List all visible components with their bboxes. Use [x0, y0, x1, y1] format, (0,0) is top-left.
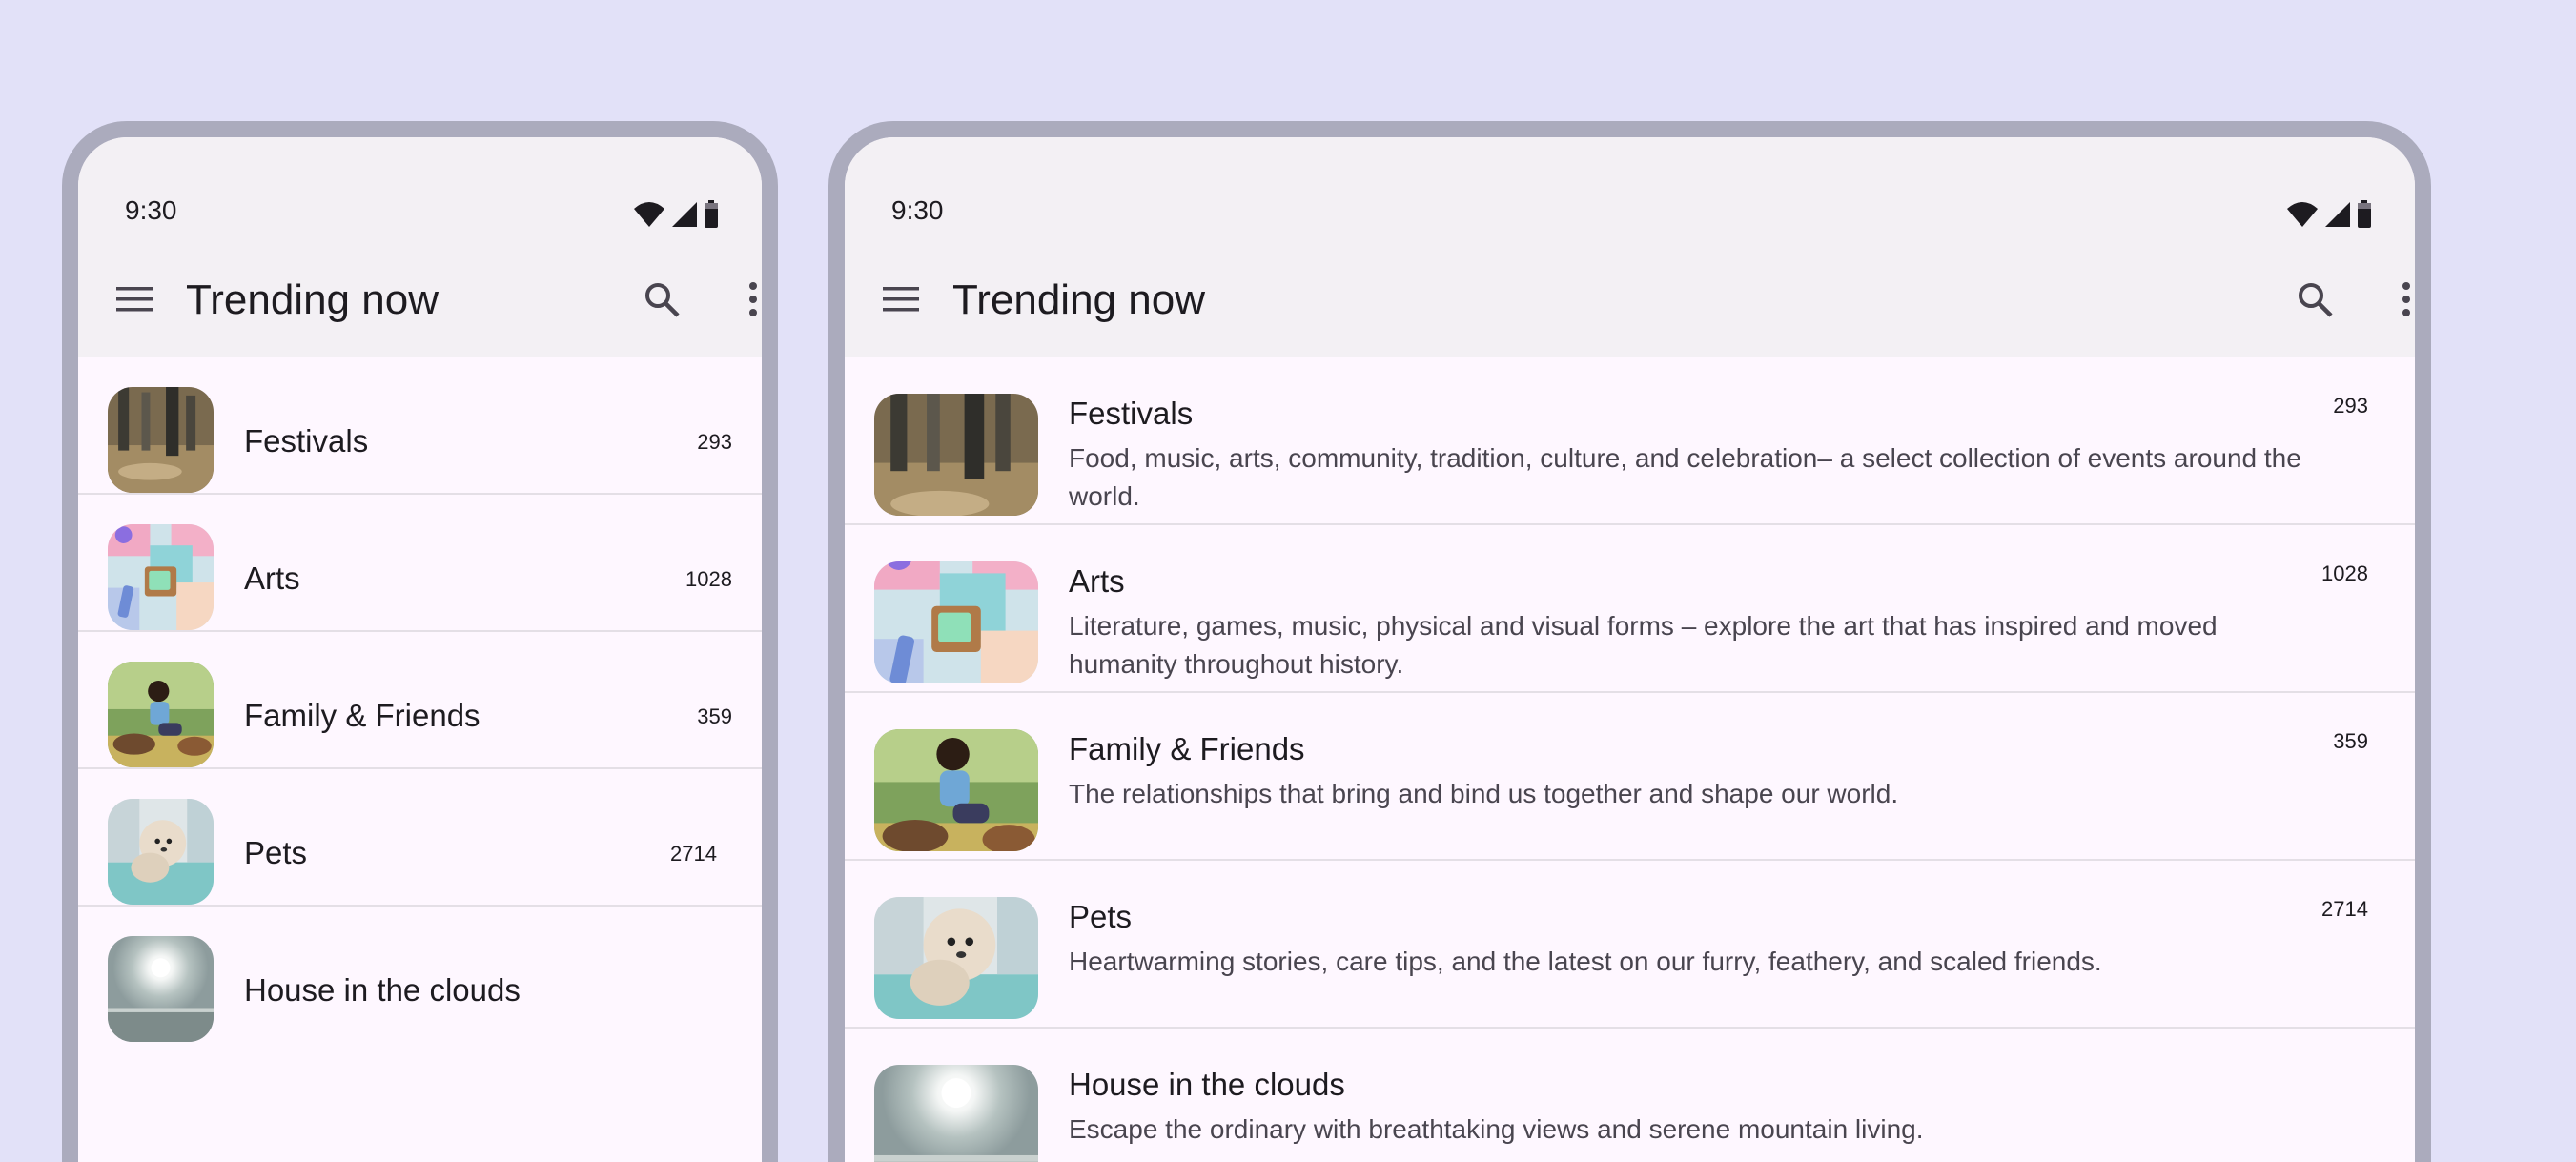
list-item-count: 2714: [2321, 897, 2368, 921]
signal-icon: [671, 201, 698, 228]
trending-list: Festivals 293 Arts 1028 Family & Friends…: [78, 357, 762, 1042]
list-item-description: Literature, games, music, physical and v…: [1069, 611, 2218, 679]
page-title: Trending now: [186, 276, 439, 323]
list-item-family-friends[interactable]: Family & Friends The relationships that …: [845, 693, 2415, 861]
list-item-count: 1028: [2321, 561, 2368, 585]
list-item-count: 293: [2333, 394, 2368, 418]
status-icons: [2286, 200, 2372, 229]
tablet-device-frame: 9:30 Trending now Festivals Food, music,…: [828, 121, 2431, 1162]
pets-thumbnail: [108, 799, 214, 905]
list-item-title: Festivals: [1069, 396, 1194, 431]
list-item-title: Pets: [1069, 899, 1133, 934]
search-icon: [2297, 281, 2333, 317]
menu-button[interactable]: [874, 273, 928, 326]
search-button[interactable]: [635, 273, 688, 326]
list-item-description: Escape the ordinary with breathtaking vi…: [1069, 1114, 1924, 1144]
list-item-count: 293: [697, 430, 732, 454]
list-item-title: Festivals: [244, 423, 369, 459]
list-item-title: House in the clouds: [1069, 1067, 1345, 1102]
festivals-thumbnail: [874, 394, 1038, 516]
status-icons: [633, 200, 719, 229]
top-app-bar: 9:30 Trending now: [78, 137, 762, 357]
wifi-icon: [633, 201, 665, 228]
battery-icon: [704, 200, 719, 229]
list-item-title: Pets: [244, 835, 308, 870]
status-time: 9:30: [125, 195, 177, 225]
list-item-arts[interactable]: Arts Literature, games, music, physical …: [845, 525, 2415, 693]
phone-device-frame: 9:30 Trending now Festivals 293 Arts 102…: [62, 121, 778, 1162]
house-in-the-clouds-thumbnail: [874, 1065, 1038, 1162]
list-item-festivals[interactable]: Festivals Food, music, arts, community, …: [845, 357, 2415, 525]
signal-icon: [2324, 201, 2351, 228]
house-in-the-clouds-thumbnail: [108, 936, 214, 1042]
list-item-title: Arts: [244, 561, 300, 596]
list-item-title: House in the clouds: [244, 972, 521, 1008]
status-time: 9:30: [891, 195, 944, 225]
list-item-count: 2714: [670, 842, 717, 866]
search-button[interactable]: [2288, 273, 2341, 326]
list-item-description: The relationships that bring and bind us…: [1069, 779, 1899, 808]
list-item-count: 359: [2333, 729, 2368, 753]
list-item-count: 359: [697, 704, 732, 728]
menu-icon: [116, 287, 153, 312]
list-item-count: 1028: [685, 567, 732, 591]
festivals-thumbnail: [108, 387, 214, 493]
list-item-festivals[interactable]: Festivals 293: [78, 357, 762, 495]
more-vert-icon: [748, 282, 758, 316]
battery-icon: [2357, 200, 2372, 229]
list-item-house-in-the-clouds[interactable]: House in the clouds Escape the ordinary …: [845, 1029, 2415, 1162]
list-item-title: Family & Friends: [1069, 731, 1305, 766]
arts-thumbnail: [874, 561, 1038, 683]
trending-list: Festivals Food, music, arts, community, …: [845, 357, 2415, 1162]
top-app-bar: 9:30 Trending now: [845, 137, 2415, 357]
list-item-description: Food, music, arts, community, tradition,…: [1069, 443, 2301, 511]
menu-button[interactable]: [108, 273, 161, 326]
menu-icon: [883, 287, 919, 312]
more-vert-icon: [2402, 282, 2411, 316]
list-item-house-in-the-clouds[interactable]: House in the clouds: [78, 907, 762, 1042]
list-item-family-friends[interactable]: Family & Friends 359: [78, 632, 762, 769]
wifi-icon: [2286, 201, 2319, 228]
list-item-arts[interactable]: Arts 1028: [78, 495, 762, 632]
family-friends-thumbnail: [874, 729, 1038, 851]
arts-thumbnail: [108, 524, 214, 630]
list-item-title: Family & Friends: [244, 698, 480, 733]
list-item-description: Heartwarming stories, care tips, and the…: [1069, 947, 2102, 976]
page-title: Trending now: [952, 276, 1205, 323]
search-icon: [644, 281, 680, 317]
list-item-pets[interactable]: Pets 2714: [78, 769, 762, 907]
list-item-pets[interactable]: Pets Heartwarming stories, care tips, an…: [845, 861, 2415, 1029]
more-options-button[interactable]: [726, 273, 762, 326]
list-item-title: Arts: [1069, 563, 1125, 599]
pets-thumbnail: [874, 897, 1038, 1019]
more-options-button[interactable]: [2380, 273, 2415, 326]
family-friends-thumbnail: [108, 662, 214, 767]
